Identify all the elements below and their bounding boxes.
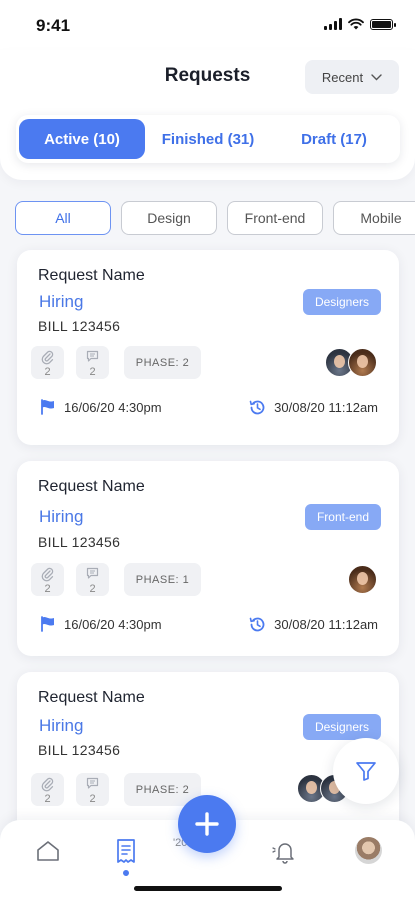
assignee-avatars: [348, 565, 377, 594]
tab-draft[interactable]: Draft (17): [271, 119, 397, 159]
filter-chip-mobile[interactable]: Mobile: [333, 201, 415, 235]
assignee-avatars: [325, 348, 377, 377]
phase-badge: PHASE: 2: [124, 346, 201, 379]
avatar: [348, 565, 377, 594]
due-date-text: 30/08/20 11:12am: [274, 617, 378, 632]
start-date-text: 16/06/20 4:30pm: [64, 616, 162, 632]
header: Requests Recent Active (10) Finished (31…: [0, 50, 415, 180]
comments-counter[interactable]: 2: [76, 563, 109, 596]
nav-profile-avatar[interactable]: [355, 837, 382, 864]
home-icon: [37, 841, 59, 861]
sort-dropdown[interactable]: Recent: [305, 60, 399, 94]
request-type: Hiring: [39, 716, 84, 735]
attachments-counter[interactable]: 2: [31, 563, 64, 596]
active-tab-indicator: [123, 870, 129, 876]
request-card[interactable]: Request Name Hiring BILL 123456 Designer…: [17, 250, 399, 445]
filter-chip-all[interactable]: All: [15, 201, 111, 235]
comments-counter[interactable]: 2: [76, 773, 109, 806]
due-date: 30/08/20 11:12am: [248, 615, 378, 634]
wifi-icon: [348, 18, 364, 30]
request-name: Request Name: [38, 689, 145, 706]
comments-counter[interactable]: 2: [76, 346, 109, 379]
cellular-signal-icon: [324, 18, 342, 30]
flag-icon: [41, 616, 54, 632]
request-id: BILL 123456: [38, 534, 121, 550]
add-request-button[interactable]: [178, 795, 236, 853]
funnel-icon: [356, 762, 376, 781]
tab-finished[interactable]: Finished (31): [145, 119, 271, 159]
attachments-counter[interactable]: 2: [31, 773, 64, 806]
request-type: Hiring: [39, 292, 84, 311]
status-icons: [324, 18, 396, 30]
category-filters: All Design Front-end Mobile: [15, 201, 415, 235]
battery-icon: [370, 18, 396, 30]
due-date: 30/08/20 11:12am: [248, 398, 378, 417]
paperclip-icon: [41, 777, 54, 792]
start-date: 16/06/20 4:30pm: [39, 398, 162, 416]
bell-icon: [272, 843, 294, 864]
history-clock-icon: [249, 617, 265, 632]
start-date: 16/06/20 4:30pm: [39, 615, 162, 633]
paperclip-icon: [41, 567, 54, 582]
comments-count: 2: [89, 366, 96, 378]
sort-dropdown-label: Recent: [321, 69, 364, 85]
category-tag: Designers: [302, 289, 381, 315]
request-card[interactable]: Request Name Hiring BILL 123456 Front-en…: [17, 461, 399, 656]
filter-button[interactable]: [333, 738, 399, 804]
home-indicator: [134, 886, 282, 891]
receipt-icon: [117, 839, 135, 863]
attachments-counter[interactable]: 2: [31, 346, 64, 379]
request-name: Request Name: [38, 478, 145, 495]
start-date-text: 16/06/20 4:30pm: [64, 399, 162, 415]
nav-home[interactable]: [31, 834, 65, 868]
plus-icon: [195, 812, 219, 836]
history-clock-icon: [249, 400, 265, 415]
comment-icon: [86, 567, 99, 579]
status-time: 9:41: [36, 16, 71, 35]
comment-icon: [86, 350, 99, 362]
attachments-count: 2: [44, 793, 51, 805]
nav-requests[interactable]: [109, 834, 143, 868]
flag-icon: [41, 399, 54, 415]
filter-chip-design[interactable]: Design: [121, 201, 217, 235]
attachments-count: 2: [44, 366, 51, 378]
category-tag: Front-end: [304, 504, 381, 530]
paperclip-icon: [41, 350, 54, 365]
comments-count: 2: [89, 583, 96, 595]
attachments-count: 2: [44, 583, 51, 595]
comments-count: 2: [89, 793, 96, 805]
request-id: BILL 123456: [38, 318, 121, 334]
due-date-text: 30/08/20 11:12am: [274, 400, 378, 415]
request-type: Hiring: [39, 507, 84, 526]
request-id: BILL 123456: [38, 742, 121, 758]
chevron-down-icon: [371, 73, 382, 80]
comment-icon: [86, 777, 99, 789]
status-bar: 9:41: [0, 0, 415, 50]
nav-notifications[interactable]: [268, 834, 302, 868]
phase-badge: PHASE: 1: [124, 563, 201, 596]
tab-active[interactable]: Active (10): [19, 119, 145, 159]
request-name: Request Name: [38, 267, 145, 284]
avatar: [348, 348, 377, 377]
filter-chip-front-end[interactable]: Front-end: [227, 201, 323, 235]
category-tag: Designers: [302, 714, 381, 740]
status-tabs: Active (10) Finished (31) Draft (17): [16, 115, 400, 163]
